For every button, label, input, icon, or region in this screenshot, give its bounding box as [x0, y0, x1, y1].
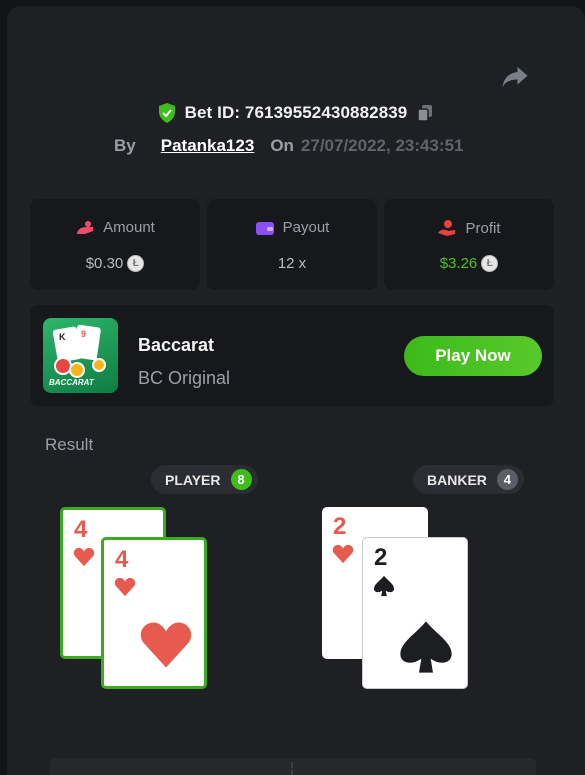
bet-id-row: Bet ID: 7613955243088283​9 — [7, 103, 585, 123]
amount-label: Amount — [103, 219, 155, 236]
on-label: On — [270, 136, 294, 155]
by-label: By — [114, 136, 136, 155]
tab-divider — [291, 762, 293, 775]
payout-value: 12 x — [277, 255, 307, 272]
amount-card: Amount $0.30 Ł — [30, 199, 200, 290]
result-heading: Result — [45, 435, 94, 454]
thumbnail-caption: BACCARAT — [49, 378, 94, 387]
heart-suit-icon — [73, 547, 95, 567]
coin-icon: Ł — [127, 255, 145, 272]
card-rank: 4 — [115, 546, 129, 573]
player-score-badge: 8 — [230, 469, 252, 490]
coin-icon: Ł — [481, 255, 499, 272]
heart-suit-icon — [140, 622, 192, 668]
bet-datetime: 27/07/2022, 23:43:51 — [300, 136, 464, 155]
heart-suit-icon — [332, 544, 354, 564]
card-rank: 2 — [374, 544, 388, 571]
stats-row: Amount $0.30 Ł Payout 12 x Profit $3.26 … — [30, 199, 554, 290]
bet-id: Bet ID: 7613955243088283​9 — [184, 103, 408, 122]
shield-check-icon — [158, 103, 175, 123]
game-card: K 9 BACCARAT Baccarat BC Original Play N… — [30, 305, 554, 406]
svg-text:K: K — [59, 332, 66, 342]
bet-details-modal: Bet ID: 7613955243088283​9 By Patanka123… — [7, 6, 585, 775]
banker-score-badge: 4 — [496, 469, 518, 490]
banker-label: BANKER — [427, 471, 487, 488]
game-subtitle: BC Original — [138, 368, 231, 388]
amount-icon — [77, 220, 94, 234]
profit-label: Profit — [465, 219, 501, 237]
svg-text:9: 9 — [81, 329, 86, 339]
wallet-icon — [255, 221, 274, 235]
profit-icon — [438, 220, 456, 236]
game-title: Baccarat — [138, 335, 215, 355]
card-rank: 4 — [74, 516, 88, 543]
bet-meta: By Patanka123 On 27/07/2022, 23:43:51 — [114, 136, 464, 156]
banker-pill: BANKER 4 — [413, 465, 524, 494]
card-rank: 2 — [333, 513, 347, 540]
amount-value: $0.30 — [85, 255, 124, 272]
username-link[interactable]: Patanka123 — [161, 136, 255, 156]
banker-card-2: 2 — [362, 537, 468, 689]
profit-value: $3.26 — [439, 255, 478, 272]
payout-label: Payout — [282, 219, 330, 236]
share-icon[interactable] — [500, 62, 530, 92]
profit-card: Profit $3.26 Ł — [384, 199, 554, 290]
player-label: PLAYER — [165, 471, 221, 488]
spade-suit-icon — [373, 575, 395, 597]
payout-card: Payout 12 x — [207, 199, 377, 290]
baccarat-thumbnail[interactable]: K 9 BACCARAT — [43, 318, 118, 393]
bottom-tab-bar — [50, 758, 536, 775]
player-card-2: 4 — [101, 537, 207, 689]
copy-icon[interactable] — [416, 104, 434, 122]
spade-suit-icon — [400, 621, 452, 673]
player-pill: PLAYER 8 — [151, 465, 258, 494]
play-now-button[interactable]: Play Now — [404, 336, 542, 376]
heart-suit-icon — [114, 577, 136, 597]
